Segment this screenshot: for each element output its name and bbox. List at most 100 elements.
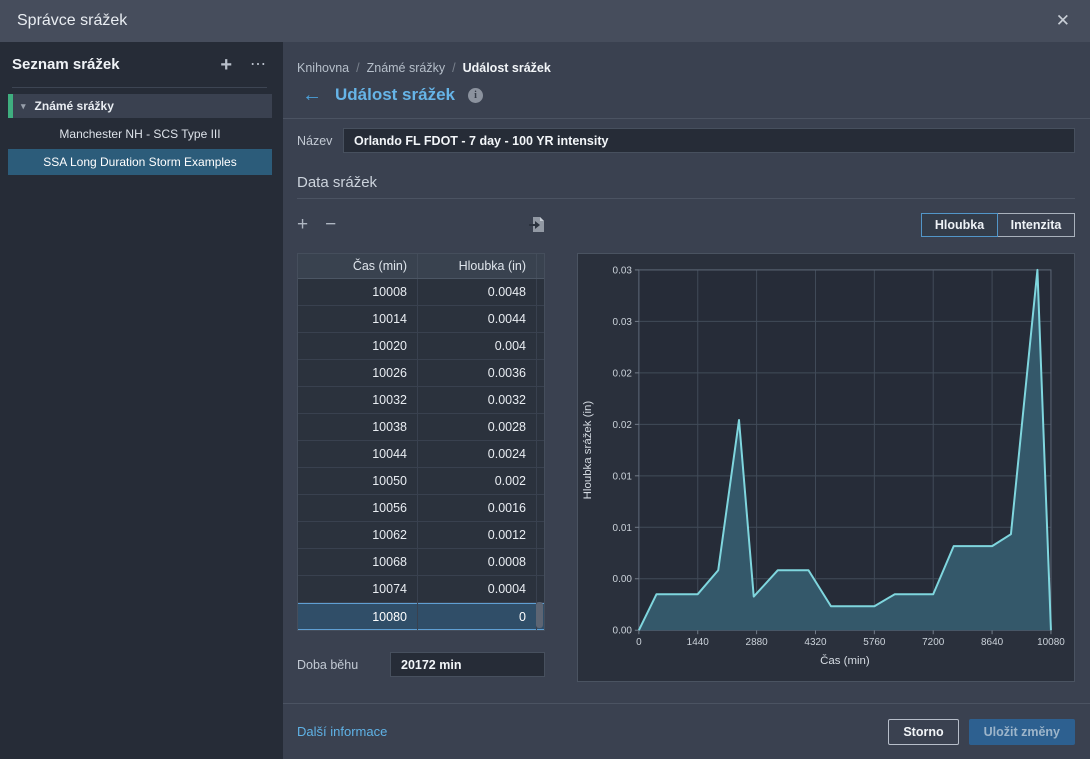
scrollbar-track[interactable]: [536, 495, 544, 521]
table-row[interactable]: 10014 0.0044: [298, 306, 544, 333]
table-cell[interactable]: 10026: [298, 360, 418, 386]
scrollbar-track[interactable]: [536, 576, 544, 602]
window-title: Správce srážek: [17, 12, 128, 29]
y-tick-label: 0.01: [613, 523, 633, 534]
table-cell[interactable]: 0.0004: [418, 576, 536, 602]
scrollbar-track[interactable]: [536, 333, 544, 359]
table-row[interactable]: 10074 0.0004: [298, 576, 544, 603]
add-rainfall-icon[interactable]: +: [220, 55, 232, 75]
cancel-button[interactable]: Storno: [888, 718, 959, 745]
tree-item-manchester[interactable]: Manchester NH - SCS Type III: [8, 121, 272, 147]
table-row[interactable]: 10020 0.004: [298, 333, 544, 360]
scrollbar-track[interactable]: [536, 414, 544, 440]
table-row[interactable]: 10068 0.0008: [298, 549, 544, 576]
table-cell[interactable]: 10068: [298, 549, 418, 575]
name-input[interactable]: [343, 128, 1075, 153]
scrollbar-track[interactable]: [536, 279, 544, 305]
tree-group-label: Známé srážky: [34, 99, 114, 113]
table-cell[interactable]: 0: [418, 603, 536, 630]
table-cell[interactable]: 0.0024: [418, 441, 536, 467]
table-row[interactable]: 10044 0.0024: [298, 441, 544, 468]
scrollbar-track[interactable]: [536, 549, 544, 575]
table-cell[interactable]: 0.0008: [418, 549, 536, 575]
scrollbar-track[interactable]: [536, 360, 544, 386]
breadcrumb-item[interactable]: Známé srážky: [367, 61, 446, 75]
table-cell[interactable]: 10074: [298, 576, 418, 602]
column-header-time[interactable]: Čas (min): [298, 254, 418, 278]
scrollbar-thumb[interactable]: [536, 602, 543, 628]
rain-data-section-title: Data srážek: [297, 174, 378, 191]
toggle-intensity-button[interactable]: Intenzita: [998, 212, 1075, 237]
tree-group-known-rainfalls[interactable]: ▾ Známé srážky: [8, 94, 272, 118]
import-data-icon[interactable]: [528, 216, 545, 233]
rainfall-chart: 0 1440 2880 4320 5760 7200 8640 10080 0.03 0.03 0.…: [582, 265, 1065, 667]
table-cell[interactable]: 10056: [298, 495, 418, 521]
sidebar-title: Seznam srážek: [12, 56, 120, 73]
table-cell[interactable]: 0.002: [418, 468, 536, 494]
add-row-icon[interactable]: +: [297, 215, 308, 234]
run-time-input[interactable]: [390, 652, 545, 677]
scrollbar-track[interactable]: [536, 387, 544, 413]
overflow-menu-icon[interactable]: ⋯: [250, 56, 267, 73]
table-row[interactable]: 10050 0.002: [298, 468, 544, 495]
name-label: Název: [297, 133, 333, 148]
toggle-depth-button[interactable]: Hloubka: [921, 212, 998, 237]
scrollbar-track[interactable]: [536, 306, 544, 332]
page-title-row: ← Událost srážek i: [302, 85, 1075, 105]
table-cell[interactable]: 10008: [298, 279, 418, 305]
page-title: Událost srážek: [335, 85, 455, 104]
breadcrumb: Knihovna / Známé srážky / Událost srážek: [297, 61, 1075, 75]
column-header-depth[interactable]: Hloubka (in): [418, 254, 536, 278]
more-info-link[interactable]: Další informace: [297, 724, 387, 739]
table-cell[interactable]: 10062: [298, 522, 418, 548]
remove-row-icon[interactable]: −: [325, 215, 336, 234]
close-icon[interactable]: ✕: [1056, 11, 1070, 31]
main-panel: Knihovna / Známé srážky / Událost srážek ← U…: [283, 42, 1090, 759]
sidebar-header: Seznam srážek + ⋯: [12, 42, 267, 88]
breadcrumb-item[interactable]: Knihovna: [297, 61, 349, 75]
table-cell[interactable]: 0.0044: [418, 306, 536, 332]
y-tick-label: 0.02: [613, 368, 633, 379]
table-cell[interactable]: 10044: [298, 441, 418, 467]
tree-item-ssa-long-duration[interactable]: SSA Long Duration Storm Examples: [8, 149, 272, 175]
x-tick-label: 1440: [687, 637, 710, 648]
scrollbar-track[interactable]: [536, 468, 544, 494]
y-tick-label: 0.00: [613, 574, 633, 585]
y-tick-label: 0.03: [613, 317, 633, 328]
table-row[interactable]: 10062 0.0012: [298, 522, 544, 549]
scrollbar-track[interactable]: [536, 254, 544, 278]
table-cell[interactable]: 10020: [298, 333, 418, 359]
table-cell[interactable]: 0.0012: [418, 522, 536, 548]
rainfall-chart-panel: 0 1440 2880 4320 5760 7200 8640 10080 0.03 0.03 0.…: [577, 253, 1075, 682]
info-icon[interactable]: i: [468, 87, 483, 103]
scrollbar-track[interactable]: [536, 522, 544, 548]
table-cell[interactable]: 0.0036: [418, 360, 536, 386]
y-tick-label: 0.03: [613, 265, 633, 276]
breadcrumb-separator: /: [452, 61, 456, 75]
table-row[interactable]: 10080 0: [298, 603, 544, 630]
scrollbar-track[interactable]: [536, 441, 544, 467]
table-cell[interactable]: 0.0016: [418, 495, 536, 521]
table-cell[interactable]: 0.0048: [418, 279, 536, 305]
table-cell[interactable]: 10050: [298, 468, 418, 494]
table-cell[interactable]: 10014: [298, 306, 418, 332]
back-arrow-icon[interactable]: ←: [302, 85, 322, 105]
save-changes-button[interactable]: Uložit změny: [968, 718, 1075, 745]
x-tick-label: 2880: [746, 637, 769, 648]
table-cell[interactable]: 0.004: [418, 333, 536, 359]
precipitation-manager-window: Správce srážek ✕ Seznam srážek + ⋯ ▾ Zná…: [0, 0, 1090, 759]
table-toolbar: + − Hloubka Intenzita: [297, 212, 1075, 237]
x-tick-label: 5760: [863, 637, 886, 648]
table-row[interactable]: 10026 0.0036: [298, 360, 544, 387]
table-cell[interactable]: 0.0028: [418, 414, 536, 440]
y-tick-label: 0.02: [613, 420, 633, 431]
table-cell[interactable]: 0.0032: [418, 387, 536, 413]
table-cell[interactable]: 10038: [298, 414, 418, 440]
chevron-down-icon[interactable]: ▾: [21, 101, 26, 112]
table-row[interactable]: 10038 0.0028: [298, 414, 544, 441]
table-cell[interactable]: 10032: [298, 387, 418, 413]
table-cell[interactable]: 10080: [298, 603, 418, 630]
table-row[interactable]: 10032 0.0032: [298, 387, 544, 414]
table-row[interactable]: 10056 0.0016: [298, 495, 544, 522]
table-row[interactable]: 10008 0.0048: [298, 279, 544, 306]
